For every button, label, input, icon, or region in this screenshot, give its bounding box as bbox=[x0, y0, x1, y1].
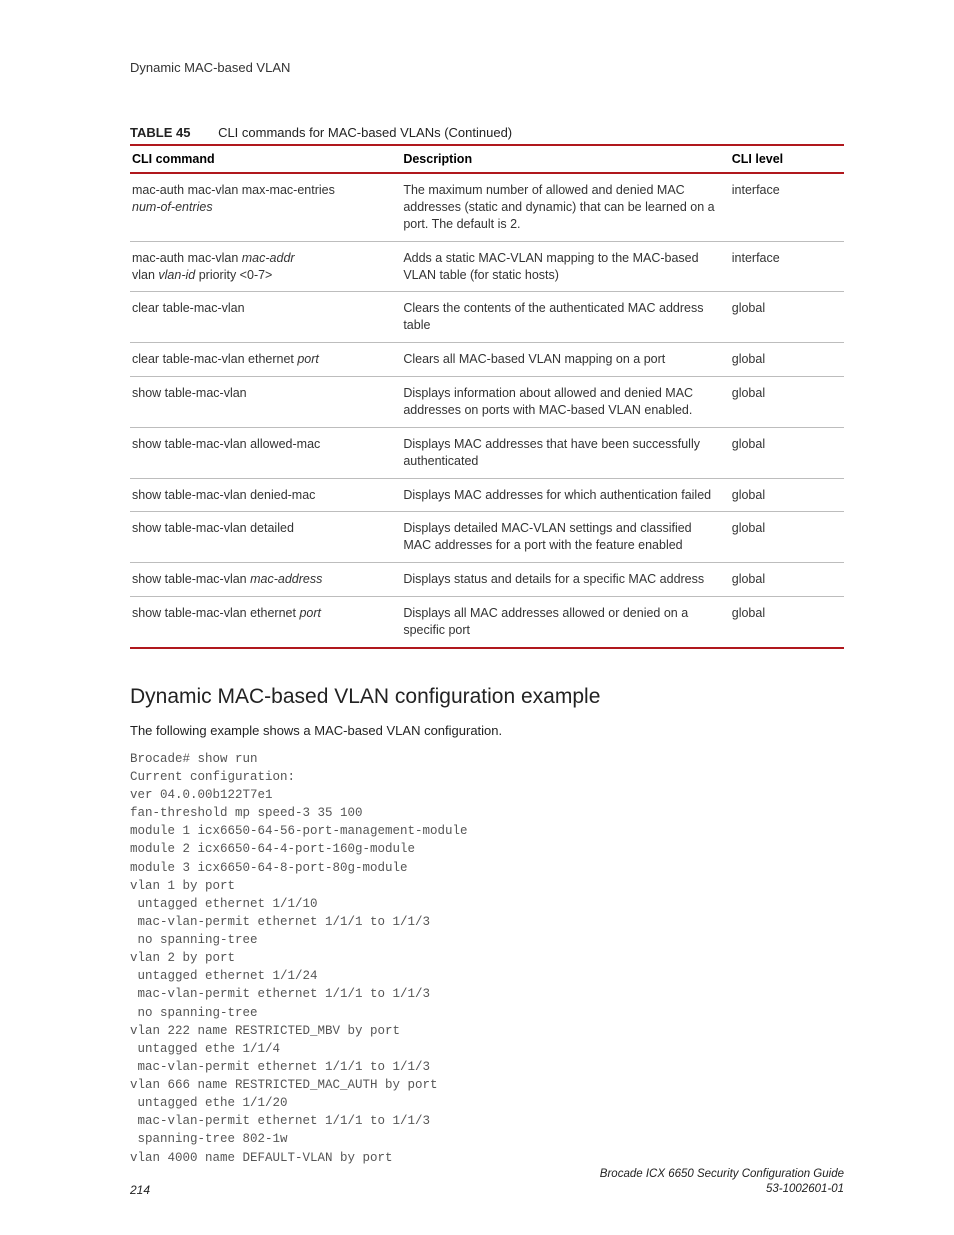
doc-title: Brocade ICX 6650 Security Configuration … bbox=[600, 1167, 844, 1182]
cell-command: clear table-mac-vlan bbox=[130, 292, 401, 343]
cell-description: Clears the contents of the authenticated… bbox=[401, 292, 729, 343]
running-header: Dynamic MAC-based VLAN bbox=[130, 60, 844, 75]
col-header-description: Description bbox=[401, 145, 729, 173]
col-header-level: CLI level bbox=[730, 145, 844, 173]
cell-level: global bbox=[730, 292, 844, 343]
table-caption-text: CLI commands for MAC-based VLANs (Contin… bbox=[218, 125, 512, 140]
cell-level: global bbox=[730, 343, 844, 377]
table-row: show table-mac-vlan denied-mac Displays … bbox=[130, 478, 844, 512]
config-code-block: Brocade# show run Current configuration:… bbox=[130, 750, 844, 1167]
cell-command: mac-auth mac-vlan mac-addr vlan vlan-id … bbox=[130, 241, 401, 292]
cell-level: interface bbox=[730, 241, 844, 292]
table-header-row: CLI command Description CLI level bbox=[130, 145, 844, 173]
table-row: show table-mac-vlan mac-address Displays… bbox=[130, 563, 844, 597]
cell-description: The maximum number of allowed and denied… bbox=[401, 173, 729, 241]
cell-description: Clears all MAC-based VLAN mapping on a p… bbox=[401, 343, 729, 377]
section-intro: The following example shows a MAC-based … bbox=[130, 723, 844, 738]
col-header-command: CLI command bbox=[130, 145, 401, 173]
cell-description: Displays MAC addresses that have been su… bbox=[401, 427, 729, 478]
table-row: mac-auth mac-vlan mac-addr vlan vlan-id … bbox=[130, 241, 844, 292]
cell-level: interface bbox=[730, 173, 844, 241]
cell-level: global bbox=[730, 478, 844, 512]
cell-level: global bbox=[730, 563, 844, 597]
table-row: show table-mac-vlan allowed-mac Displays… bbox=[130, 427, 844, 478]
table-caption: TABLE 45 CLI commands for MAC-based VLAN… bbox=[130, 125, 844, 140]
table-row: mac-auth mac-vlan max-mac-entries num-of… bbox=[130, 173, 844, 241]
table-row: clear table-mac-vlan Clears the contents… bbox=[130, 292, 844, 343]
cell-command: show table-mac-vlan denied-mac bbox=[130, 478, 401, 512]
cli-commands-table: CLI command Description CLI level mac-au… bbox=[130, 144, 844, 649]
cell-description: Displays MAC addresses for which authent… bbox=[401, 478, 729, 512]
cell-command: show table-mac-vlan allowed-mac bbox=[130, 427, 401, 478]
cell-level: global bbox=[730, 377, 844, 428]
table-row: show table-mac-vlan Displays information… bbox=[130, 377, 844, 428]
cell-description: Adds a static MAC-VLAN mapping to the MA… bbox=[401, 241, 729, 292]
cell-description: Displays all MAC addresses allowed or de… bbox=[401, 597, 729, 648]
cell-command: clear table-mac-vlan ethernet port bbox=[130, 343, 401, 377]
cell-level: global bbox=[730, 427, 844, 478]
cell-command: show table-mac-vlan detailed bbox=[130, 512, 401, 563]
page: Dynamic MAC-based VLAN TABLE 45 CLI comm… bbox=[0, 0, 954, 1235]
table-label: TABLE 45 bbox=[130, 125, 190, 140]
section-heading: Dynamic MAC-based VLAN configuration exa… bbox=[130, 685, 844, 709]
cell-description: Displays information about allowed and d… bbox=[401, 377, 729, 428]
cell-description: Displays status and details for a specif… bbox=[401, 563, 729, 597]
cell-description: Displays detailed MAC-VLAN settings and … bbox=[401, 512, 729, 563]
page-number: 214 bbox=[130, 1183, 150, 1197]
cell-level: global bbox=[730, 512, 844, 563]
doc-info: Brocade ICX 6650 Security Configuration … bbox=[600, 1167, 844, 1197]
table-row: clear table-mac-vlan ethernet port Clear… bbox=[130, 343, 844, 377]
cell-command: mac-auth mac-vlan max-mac-entries num-of… bbox=[130, 173, 401, 241]
table-row: show table-mac-vlan detailed Displays de… bbox=[130, 512, 844, 563]
cell-command: show table-mac-vlan bbox=[130, 377, 401, 428]
cell-level: global bbox=[730, 597, 844, 648]
page-footer: 214 Brocade ICX 6650 Security Configurat… bbox=[130, 1167, 844, 1197]
cell-command: show table-mac-vlan mac-address bbox=[130, 563, 401, 597]
doc-number: 53-1002601-01 bbox=[600, 1182, 844, 1197]
cell-command: show table-mac-vlan ethernet port bbox=[130, 597, 401, 648]
table-row: show table-mac-vlan ethernet port Displa… bbox=[130, 597, 844, 648]
